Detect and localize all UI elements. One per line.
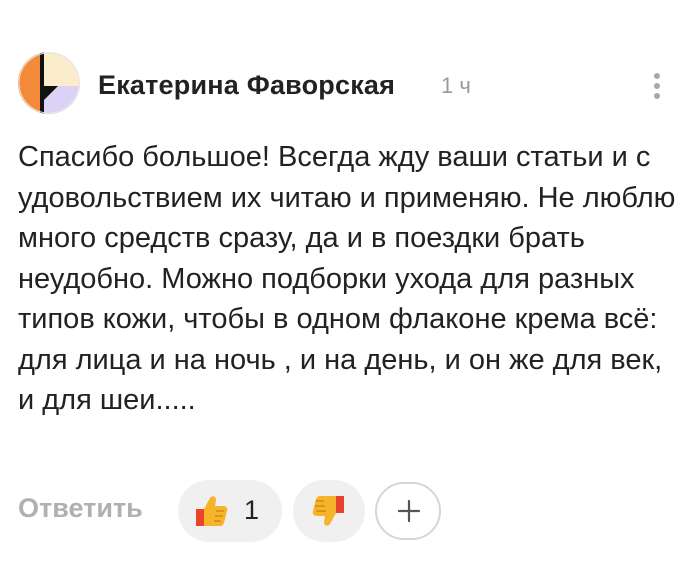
plus-icon [397, 499, 421, 523]
thumbs-down-icon [312, 496, 344, 526]
comment-timestamp: 1 ч [441, 73, 471, 98]
author-name[interactable]: Екатерина Фаворская [98, 70, 395, 101]
comment-text: Спасибо большое! Всегда жду ваши статьи … [18, 141, 676, 416]
user-avatar[interactable] [18, 52, 80, 114]
more-vertical-icon[interactable] [645, 68, 669, 104]
comment-card: Екатерина Фаворская 1 ч Спасибо большое!… [0, 0, 696, 569]
reply-button[interactable]: Ответить [18, 493, 143, 524]
like-button[interactable]: 1 [178, 480, 282, 542]
thumbs-up-icon [196, 496, 228, 526]
dislike-button[interactable] [293, 480, 365, 542]
avatar-image [18, 52, 80, 114]
like-count: 1 [244, 495, 260, 525]
add-reaction-button[interactable] [375, 482, 441, 540]
